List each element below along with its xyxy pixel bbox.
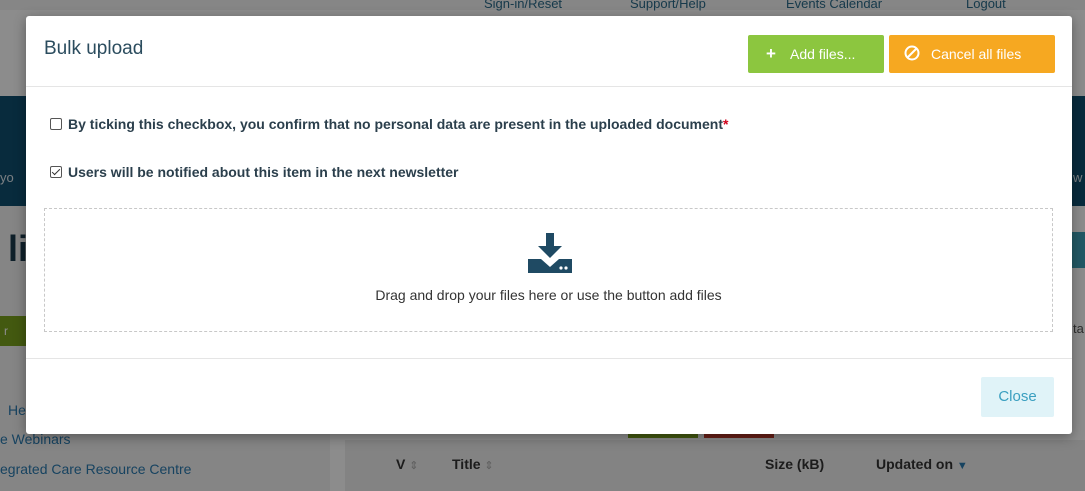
cancel-all-files-label: Cancel all files <box>931 46 1022 62</box>
modal-footer-divider <box>26 358 1072 359</box>
close-button[interactable]: Close <box>981 377 1054 417</box>
bulk-upload-modal: Bulk upload + Add files... Cancel all fil… <box>26 16 1072 434</box>
newsletter-checkbox-row[interactable]: Users will be notified about this item i… <box>50 164 459 180</box>
dropzone-instructions: Drag and drop your files here or use the… <box>375 287 722 303</box>
add-files-label: Add files... <box>790 46 856 62</box>
personal-data-checkbox-row[interactable]: By ticking this checkbox, you confirm th… <box>50 116 728 132</box>
plus-icon: + <box>766 44 776 63</box>
personal-data-checkbox-label: By ticking this checkbox, you confirm th… <box>68 116 723 132</box>
newsletter-checkbox-label: Users will be notified about this item i… <box>68 164 459 180</box>
file-dropzone[interactable]: Drag and drop your files here or use the… <box>44 208 1053 332</box>
modal-title: Bulk upload <box>44 38 144 59</box>
add-files-button[interactable]: + Add files... <box>748 35 884 73</box>
required-asterisk: * <box>723 116 729 132</box>
download-tray-icon <box>528 233 572 273</box>
ban-icon <box>903 35 921 73</box>
cancel-all-files-button[interactable]: Cancel all files <box>889 35 1055 73</box>
newsletter-checkbox[interactable] <box>50 166 62 178</box>
personal-data-checkbox[interactable] <box>50 118 62 130</box>
modal-header: Bulk upload + Add files... Cancel all fil… <box>26 16 1072 87</box>
